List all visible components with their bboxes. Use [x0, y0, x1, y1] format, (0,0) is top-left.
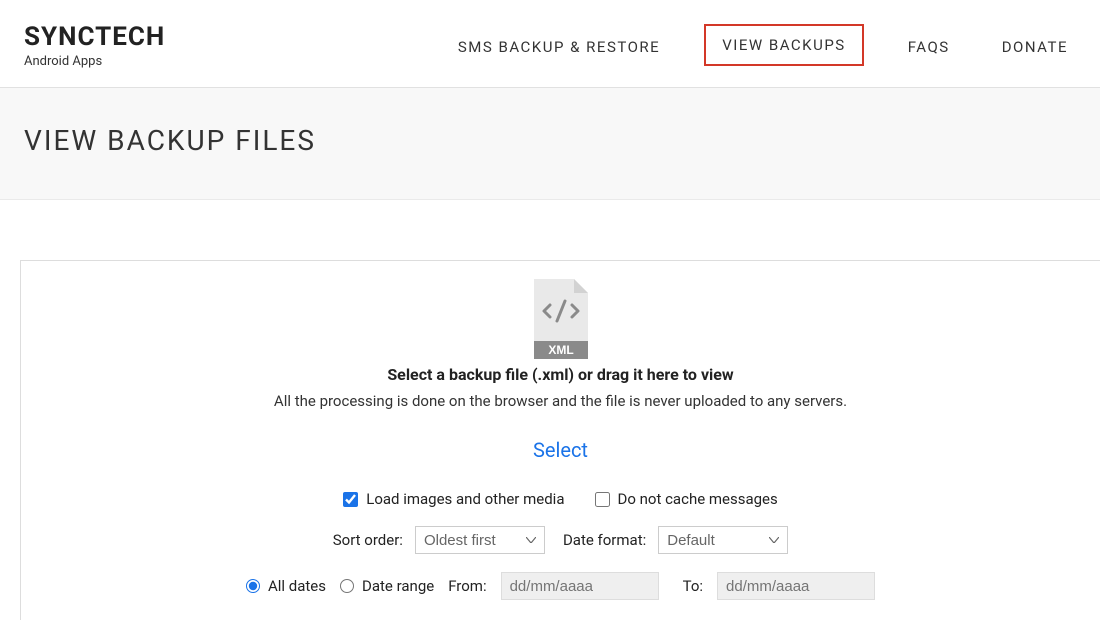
- nav-donate[interactable]: DONATE: [994, 32, 1076, 66]
- options-row-1: Load images and other media Do not cache…: [45, 490, 1076, 508]
- all-dates-label: All dates: [268, 577, 326, 595]
- no-cache-option[interactable]: Do not cache messages: [595, 490, 778, 508]
- from-date-input[interactable]: [501, 572, 659, 600]
- options-row-2: Sort order: Oldest first Date format: De…: [45, 526, 1076, 554]
- brand-subtitle: Android Apps: [24, 54, 165, 69]
- date-format-select[interactable]: Default: [658, 526, 788, 554]
- file-select-prompt: Select a backup file (.xml) or drag it h…: [45, 365, 1076, 384]
- all-dates-radio[interactable]: [246, 579, 260, 593]
- file-select-subtext: All the processing is done on the browse…: [45, 392, 1076, 410]
- to-label: To:: [683, 577, 703, 595]
- load-media-label: Load images and other media: [366, 490, 564, 508]
- xml-file-icon: XML: [530, 279, 592, 359]
- date-range-radio[interactable]: [340, 579, 354, 593]
- upload-panel: XML Select a backup file (.xml) or drag …: [20, 260, 1100, 620]
- all-dates-option[interactable]: All dates: [246, 577, 326, 595]
- load-media-option[interactable]: Load images and other media: [343, 490, 564, 508]
- brand-title: SYNCTECH: [24, 22, 165, 52]
- sort-order-select[interactable]: Oldest first: [415, 526, 545, 554]
- xml-badge-text: XML: [548, 343, 573, 357]
- content-area: XML Select a backup file (.xml) or drag …: [0, 200, 1100, 620]
- nav-sms-backup-restore[interactable]: SMS BACKUP & RESTORE: [450, 32, 668, 66]
- brand-block: SYNCTECH Android Apps: [24, 22, 165, 69]
- no-cache-label: Do not cache messages: [618, 490, 778, 508]
- to-date-input[interactable]: [717, 572, 875, 600]
- date-range-option[interactable]: Date range: [340, 577, 434, 595]
- select-file-button[interactable]: Select: [533, 438, 588, 462]
- date-range-row: All dates Date range From: To:: [45, 572, 1076, 600]
- from-label: From:: [448, 577, 486, 595]
- load-media-checkbox[interactable]: [343, 492, 358, 507]
- nav-faqs[interactable]: FAQS: [900, 32, 958, 66]
- main-nav: SMS BACKUP & RESTORE VIEW BACKUPS FAQS D…: [450, 22, 1076, 66]
- page-title: VIEW BACKUP FILES: [24, 124, 1076, 157]
- date-range-label: Date range: [362, 577, 434, 595]
- no-cache-checkbox[interactable]: [595, 492, 610, 507]
- title-band: VIEW BACKUP FILES: [0, 88, 1100, 200]
- date-format-label: Date format:: [563, 531, 646, 549]
- site-header: SYNCTECH Android Apps SMS BACKUP & RESTO…: [0, 0, 1100, 88]
- nav-view-backups[interactable]: VIEW BACKUPS: [704, 24, 864, 66]
- sort-order-label: Sort order:: [333, 531, 403, 549]
